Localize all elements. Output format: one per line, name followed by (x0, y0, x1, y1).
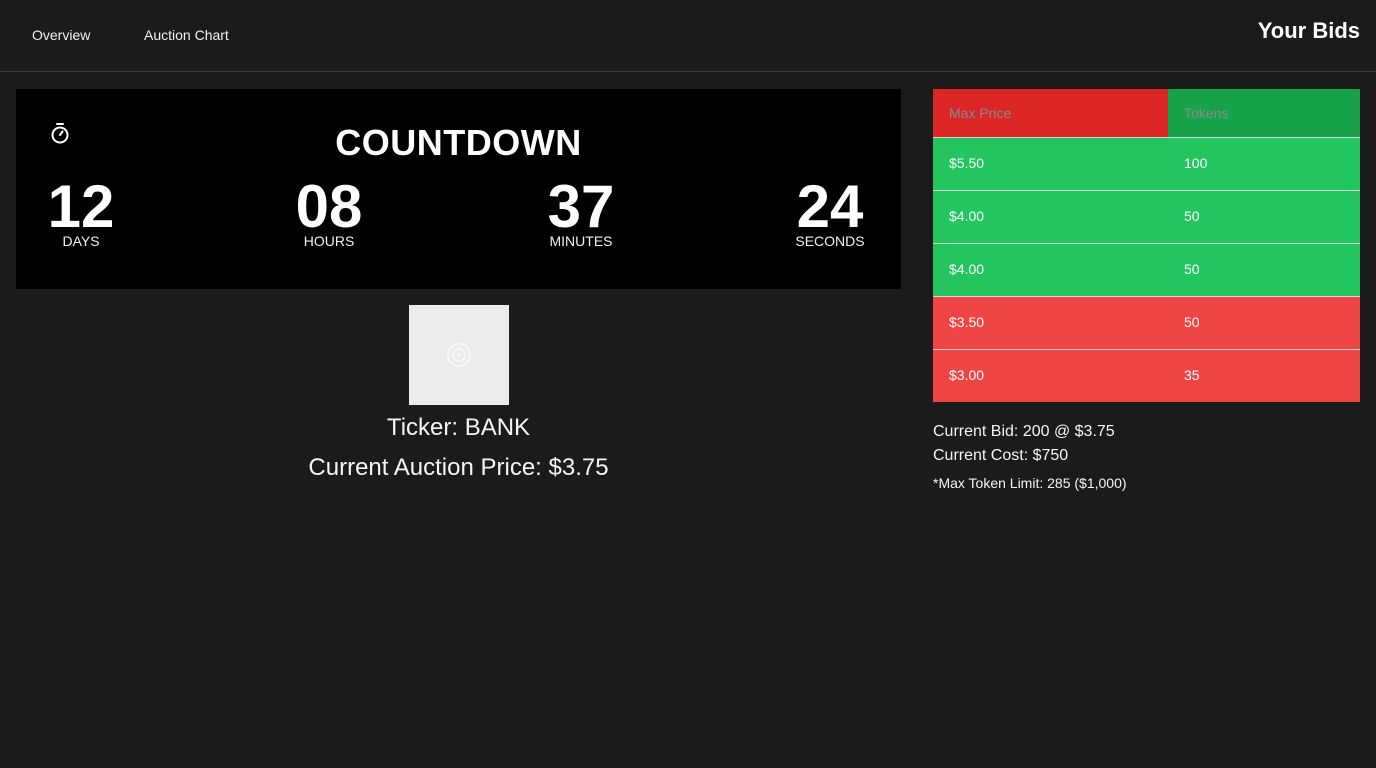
cell-tokens: 50 (1184, 314, 1200, 330)
days-value: 12 (47, 173, 115, 240)
seconds-label: SECONDS (795, 233, 865, 249)
max-token-limit: *Max Token Limit: 285 ($1,000) (933, 475, 1127, 491)
table-row[interactable]: $4.00 50 (933, 190, 1360, 243)
current-auction-price: Current Auction Price: $3.75 (308, 454, 609, 481)
table-row[interactable]: $5.50 100 (933, 137, 1360, 190)
table-row[interactable]: $3.50 50 (933, 296, 1360, 349)
token-logo-image (409, 305, 509, 405)
cell-max-price: $4.00 (949, 208, 985, 224)
hours-value: 08 (295, 173, 363, 240)
days-label: DAYS (62, 233, 100, 249)
cell-tokens: 35 (1184, 367, 1200, 383)
cell-max-price: $3.00 (949, 367, 985, 383)
countdown-days: 12 DAYS (11, 173, 151, 250)
countdown-minutes: 37 MINUTES (511, 173, 651, 250)
header-tokens[interactable]: Tokens (1168, 89, 1360, 137)
hours-label: HOURS (303, 233, 355, 249)
your-bids-title: Your Bids (1257, 18, 1360, 43)
countdown-hours: 08 HOURS (259, 173, 399, 250)
top-navigation: Overview Auction Chart Your Bids (0, 0, 1376, 72)
bids-table: Max Price Tokens $5.50 100 $4.00 50 $4.0… (933, 89, 1360, 402)
tab-overview[interactable]: Overview (32, 27, 90, 43)
cell-max-price: $4.00 (949, 261, 985, 277)
current-bid: Current Bid: 200 @ $3.75 (933, 423, 1115, 440)
cell-tokens: 50 (1184, 261, 1200, 277)
cell-max-price: $3.50 (949, 314, 985, 330)
cell-max-price: $5.50 (949, 155, 985, 171)
seconds-value: 24 (796, 173, 864, 240)
minutes-value: 37 (547, 173, 615, 240)
cell-tokens: 100 (1184, 155, 1208, 171)
minutes-label: MINUTES (549, 233, 613, 249)
bids-table-header: Max Price Tokens (933, 89, 1360, 137)
table-row[interactable]: $4.00 50 (933, 243, 1360, 296)
countdown-panel: COUNTDOWN 12 DAYS 08 HOURS 37 MINUTES 24… (16, 89, 901, 289)
bid-summary: Current Bid: 200 @ $3.75 Current Cost: $… (933, 420, 1115, 468)
header-max-price[interactable]: Max Price (933, 89, 1168, 137)
ticker-text: Ticker: BANK (386, 414, 531, 441)
current-cost: Current Cost: $750 (933, 447, 1069, 464)
countdown-title: COUNTDOWN (335, 122, 582, 163)
countdown-seconds: 24 SECONDS (760, 173, 900, 250)
cell-tokens: 50 (1184, 208, 1200, 224)
tab-auction-chart[interactable]: Auction Chart (144, 27, 229, 43)
table-row[interactable]: $3.00 35 (933, 349, 1360, 402)
token-logo-icon (447, 343, 471, 367)
